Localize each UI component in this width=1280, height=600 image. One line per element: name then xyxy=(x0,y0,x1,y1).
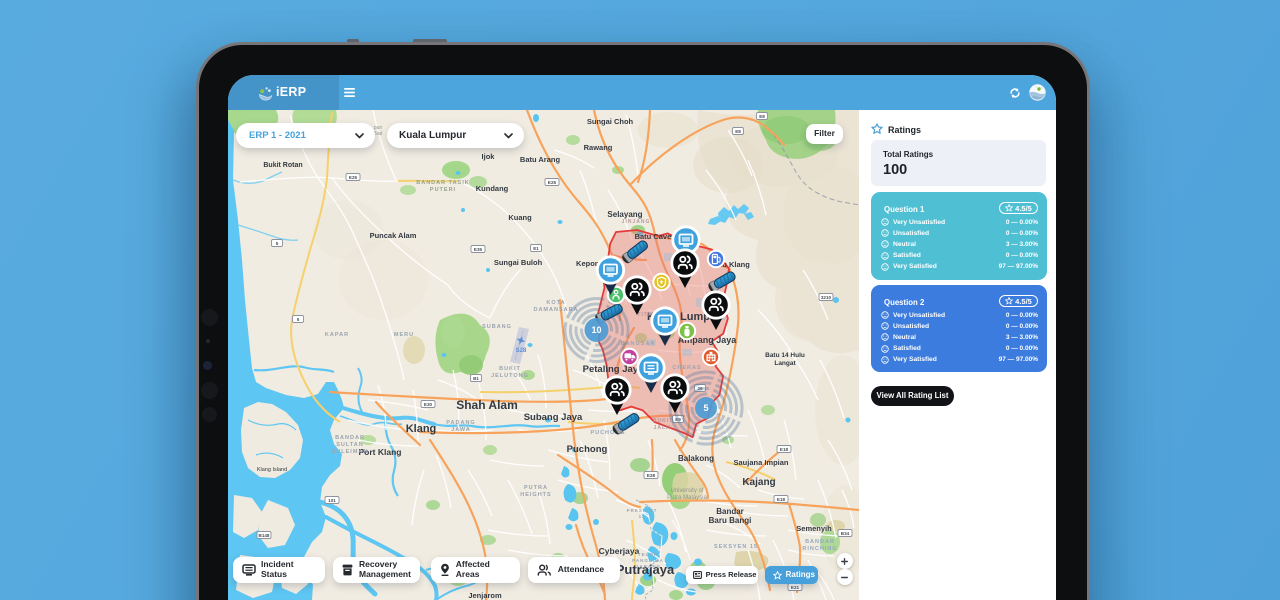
svg-text:E25: E25 xyxy=(548,180,557,185)
svg-text:B1: B1 xyxy=(473,376,479,381)
svg-text:Langat: Langat xyxy=(774,360,796,367)
svg-text:Sungai Choh: Sungai Choh xyxy=(587,117,634,126)
svg-text:Klang: Klang xyxy=(406,423,437,435)
svg-text:JAWA: JAWA xyxy=(451,427,471,433)
svg-text:E1: E1 xyxy=(533,246,539,251)
svg-text:E18: E18 xyxy=(780,447,789,452)
svg-text:JALIL: JALIL xyxy=(654,425,673,431)
svg-text:Cyberjaya: Cyberjaya xyxy=(599,546,640,556)
svg-text:Kuang: Kuang xyxy=(508,213,532,222)
svg-text:MERU: MERU xyxy=(394,332,414,338)
svg-text:B148: B148 xyxy=(259,533,270,538)
svg-text:JINJANG: JINJANG xyxy=(622,219,651,225)
svg-text:PUTRA: PUTRA xyxy=(524,485,548,491)
svg-text:KOTA: KOTA xyxy=(546,300,565,306)
svg-text:Balakong: Balakong xyxy=(678,454,714,463)
svg-text:E25: E25 xyxy=(349,175,358,180)
svg-text:SULTAN: SULTAN xyxy=(336,442,364,448)
svg-text:BUKIT: BUKIT xyxy=(499,366,521,372)
svg-text:Kundang: Kundang xyxy=(476,184,509,193)
svg-text:Putra Malaysia: Putra Malaysia xyxy=(667,495,707,501)
svg-text:Kajang: Kajang xyxy=(742,477,775,488)
svg-text:PADANG: PADANG xyxy=(446,420,475,426)
svg-text:Bandar: Bandar xyxy=(716,507,744,516)
svg-text:S28: S28 xyxy=(516,348,527,354)
svg-text:Puchong: Puchong xyxy=(567,444,608,455)
svg-text:Batu Caves: Batu Caves xyxy=(635,232,676,241)
svg-text:PRESINCT: PRESINCT xyxy=(627,508,658,513)
svg-text:Rawang: Rawang xyxy=(584,143,613,152)
svg-text:B34: B34 xyxy=(841,531,850,536)
svg-text:E8: E8 xyxy=(759,114,765,119)
svg-text:Selayang: Selayang xyxy=(607,210,642,219)
svg-text:CHERAS: CHERAS xyxy=(672,365,701,371)
svg-text:BANDAR TASIK: BANDAR TASIK xyxy=(416,180,469,186)
svg-text:TELOK: TELOK xyxy=(638,552,658,557)
svg-text:BANDAR: BANDAR xyxy=(805,539,835,545)
svg-text:PUTERI: PUTERI xyxy=(430,187,456,193)
svg-text:5: 5 xyxy=(297,317,300,322)
svg-text:5: 5 xyxy=(703,403,708,413)
svg-text:E35: E35 xyxy=(474,247,483,252)
svg-text:Petaling Jaya: Petaling Jaya xyxy=(583,364,644,375)
svg-text:Saujana Impian: Saujana Impian xyxy=(733,458,788,467)
svg-text:3210: 3210 xyxy=(821,295,832,300)
svg-text:Sungai Buloh: Sungai Buloh xyxy=(494,258,543,267)
svg-text:Subang Jaya: Subang Jaya xyxy=(524,412,583,423)
svg-text:Semenyih: Semenyih xyxy=(796,524,832,533)
svg-text:Shah Alam: Shah Alam xyxy=(456,398,518,412)
svg-text:SUBANG: SUBANG xyxy=(482,324,512,330)
svg-text:E28: E28 xyxy=(647,473,656,478)
svg-text:101: 101 xyxy=(328,498,336,503)
svg-text:KAPAR: KAPAR xyxy=(325,332,349,338)
svg-text:5: 5 xyxy=(276,241,279,246)
svg-text:E8: E8 xyxy=(735,129,741,134)
svg-text:Batu Arang: Batu Arang xyxy=(520,155,561,164)
svg-text:Jenjarom: Jenjarom xyxy=(468,591,502,600)
svg-text:Puncak Alam: Puncak Alam xyxy=(370,231,417,240)
svg-text:Bukit Rotan: Bukit Rotan xyxy=(263,162,302,169)
svg-text:Ijok: Ijok xyxy=(482,152,496,161)
svg-text:GARANG: GARANG xyxy=(635,564,661,569)
svg-text:Baru Bangi: Baru Bangi xyxy=(709,516,752,525)
svg-text:10: 10 xyxy=(591,325,601,335)
svg-text:BANDAR: BANDAR xyxy=(335,435,365,441)
svg-text:SULEIMAN: SULEIMAN xyxy=(332,449,369,455)
svg-text:E21: E21 xyxy=(791,585,800,590)
svg-text:Klang Island: Klang Island xyxy=(257,467,287,473)
svg-text:SEKSYEN 15: SEKSYEN 15 xyxy=(714,544,758,550)
svg-text:Batu 14 Hulu: Batu 14 Hulu xyxy=(765,352,805,359)
svg-text:11: 11 xyxy=(639,514,646,519)
svg-text:E18: E18 xyxy=(777,497,786,502)
svg-text:E30: E30 xyxy=(424,402,433,407)
svg-text:JELUTONG: JELUTONG xyxy=(491,373,529,379)
svg-text:RINCHING: RINCHING xyxy=(802,546,837,552)
svg-text:University of: University of xyxy=(670,488,703,494)
svg-text:HEIGHTS: HEIGHTS xyxy=(520,492,551,498)
svg-text:PANGLIMA: PANGLIMA xyxy=(632,558,664,563)
